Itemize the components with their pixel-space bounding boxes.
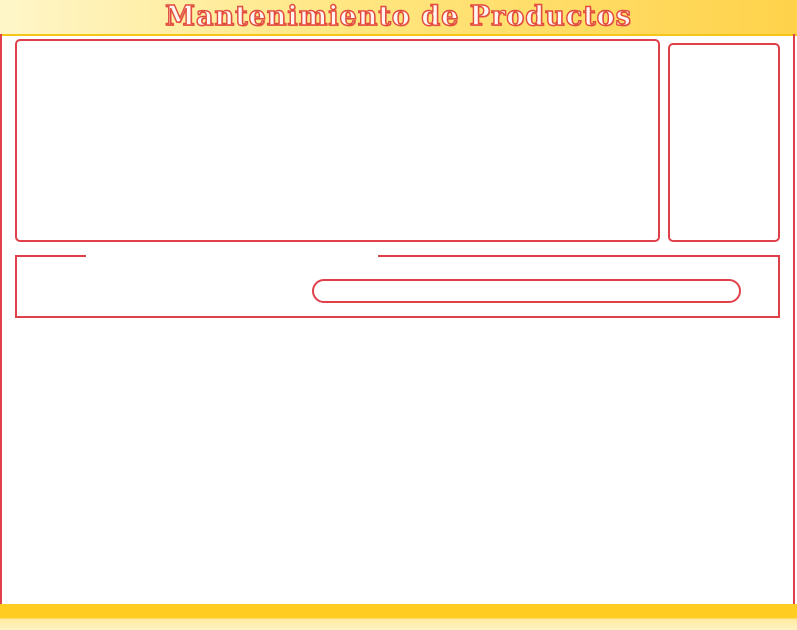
group-box-top-border-left xyxy=(15,255,86,257)
page-title: Mantenimiento de Productos xyxy=(164,0,632,32)
search-input[interactable] xyxy=(312,279,741,303)
side-panel[interactable] xyxy=(668,43,780,242)
product-list-panel[interactable] xyxy=(15,39,660,242)
group-box-top-border-right xyxy=(378,255,780,257)
footer-bar xyxy=(0,604,797,630)
title-bar: Mantenimiento de Productos xyxy=(0,0,797,36)
